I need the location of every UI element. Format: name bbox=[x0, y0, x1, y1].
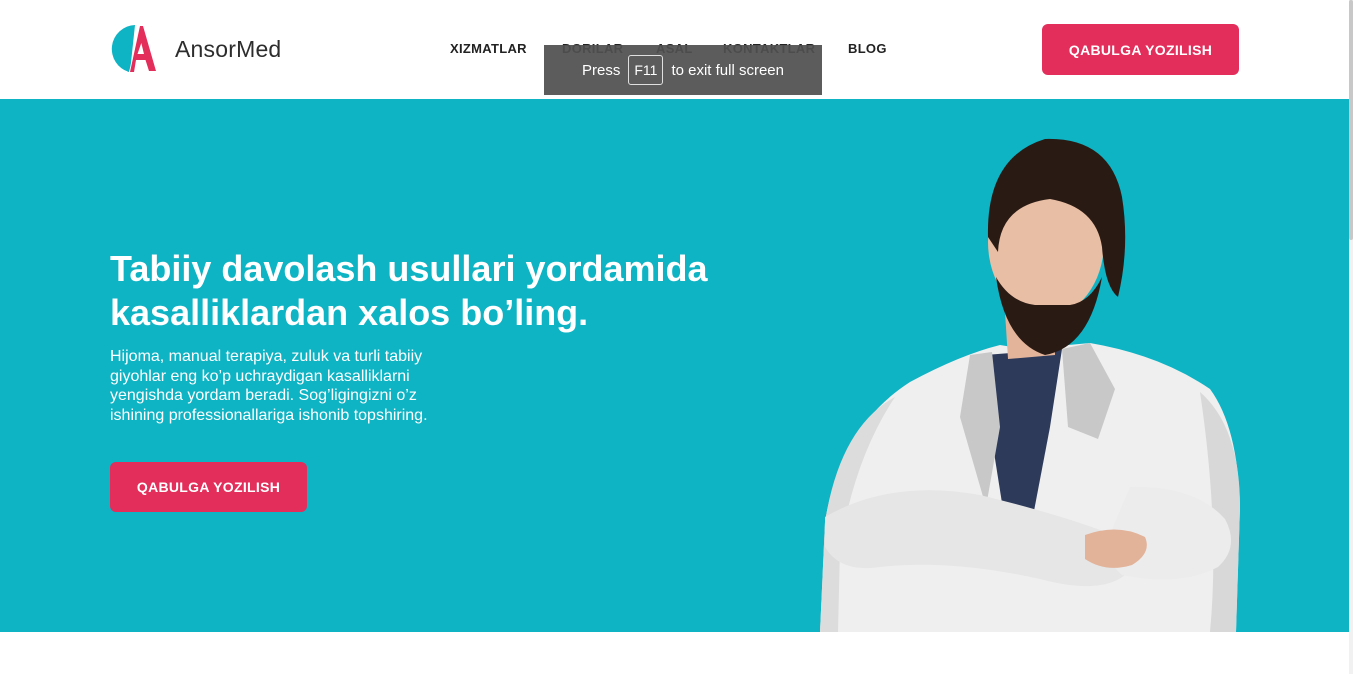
f11-key: F11 bbox=[628, 55, 664, 85]
hero-section: Tabiiy davolash usullari yordamida kasal… bbox=[0, 99, 1349, 632]
hero-title-line-2: kasalliklardan xalos bo’ling. bbox=[110, 292, 589, 333]
hero-title-line-1: Tabiiy davolash usullari yordamida bbox=[110, 248, 708, 289]
toast-suffix: to exit full screen bbox=[671, 61, 784, 79]
hero-description: Hijoma, manual terapiya, zuluk va turli … bbox=[110, 348, 428, 424]
toast-prefix: Press bbox=[582, 61, 621, 79]
page: AnsorMed XIZMATLAR DORILAR ASAL KONTAKTL… bbox=[0, 0, 1353, 674]
nav-item-blog[interactable]: BLOG bbox=[848, 41, 887, 56]
page-scrollbar[interactable] bbox=[1349, 0, 1353, 674]
hero-title: Tabiiy davolash usullari yordamida kasal… bbox=[110, 247, 810, 335]
fullscreen-exit-toast: Press F11 to exit full screen bbox=[544, 45, 822, 95]
scrollbar-thumb[interactable] bbox=[1349, 0, 1353, 240]
doctor-photo bbox=[820, 138, 1240, 632]
nav-item-xizmatlar[interactable]: XIZMATLAR bbox=[450, 41, 527, 56]
hero-appointment-button[interactable]: QABULGA YOZILISH bbox=[110, 462, 307, 512]
header-appointment-button[interactable]: QABULGA YOZILISH bbox=[1042, 24, 1239, 75]
